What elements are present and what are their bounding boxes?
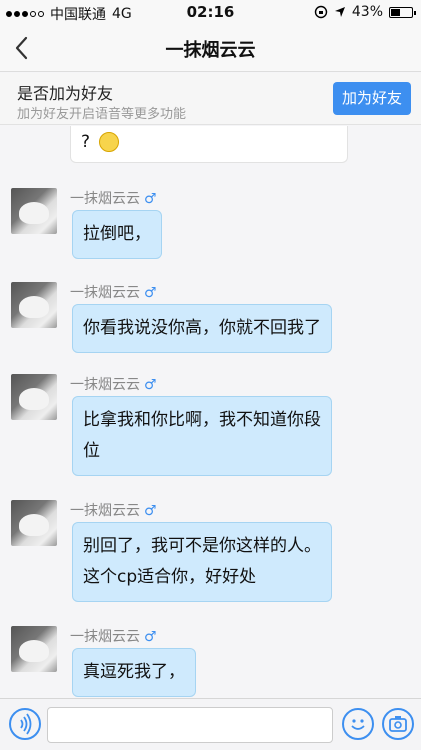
message-line: 比拿我和你比啊，我不知道你段: [83, 410, 321, 430]
avatar[interactable]: [11, 374, 57, 420]
camera-icon: [389, 716, 407, 732]
avatar[interactable]: [11, 626, 57, 672]
sender-name-row: 一抹烟云云 ♂: [70, 282, 157, 302]
message-line: 这个cp适合你，好好处: [83, 567, 257, 587]
chat-message-list[interactable]: ? 一抹烟云云 ♂ 拉倒吧， 一抹烟云云 ♂ 你看我说没你高，你就不回我了 一抹烟云…: [0, 126, 421, 698]
message-line: 真逗死我了，: [83, 662, 185, 682]
message-line: 拉倒吧，: [83, 224, 151, 244]
male-gender-icon: ♂: [144, 629, 157, 645]
male-gender-icon: ♂: [144, 191, 157, 207]
sender-name-row: 一抹烟云云 ♂: [70, 626, 157, 646]
sender-name-row: 一抹烟云云 ♂: [70, 374, 157, 394]
status-bar: 中国联通 4G 02:16 43%: [0, 0, 421, 24]
sender-name: 一抹烟云云: [70, 285, 140, 301]
add-friend-subtitle: 加为好友开启语音等更多功能: [17, 107, 187, 122]
message-bubble[interactable]: 真逗死我了，: [72, 648, 196, 697]
emoji-button[interactable]: [342, 708, 374, 740]
voice-input-button[interactable]: [9, 708, 41, 740]
emoji-icon: [99, 132, 120, 152]
add-friend-banner: 是否加为好友 加为好友开启语音等更多功能 加为好友: [0, 73, 421, 125]
voice-icon: [20, 713, 32, 735]
message-bubble-partial[interactable]: ?: [70, 126, 348, 163]
rotation-lock-icon: [314, 5, 328, 19]
avatar[interactable]: [11, 282, 57, 328]
smiley-icon: [351, 719, 365, 730]
navigation-bar: 一抹烟云云: [0, 24, 421, 72]
battery-icon: [389, 6, 416, 18]
avatar[interactable]: [11, 500, 57, 546]
avatar[interactable]: [11, 188, 57, 234]
add-friend-title: 是否加为好友: [17, 84, 114, 103]
page-title: 一抹烟云云: [165, 40, 256, 61]
sender-name: 一抹烟云云: [70, 191, 140, 207]
input-toolbar: [0, 698, 421, 750]
message-bubble[interactable]: 别回了，我可不是你这样的人。 这个cp适合你，好好处: [72, 522, 332, 602]
male-gender-icon: ♂: [144, 503, 157, 519]
sender-name-row: 一抹烟云云 ♂: [70, 500, 157, 520]
message-line: 位: [83, 441, 100, 461]
message-bubble[interactable]: 比拿我和你比啊，我不知道你段 位: [72, 396, 332, 476]
male-gender-icon: ♂: [144, 285, 157, 301]
message-line: 别回了，我可不是你这样的人。: [83, 536, 321, 556]
sender-name: 一抹烟云云: [70, 377, 140, 393]
message-bubble[interactable]: 拉倒吧，: [72, 210, 162, 259]
male-gender-icon: ♂: [144, 377, 157, 393]
message-text: ?: [81, 132, 91, 152]
message-line: 你看我说没你高，你就不回我了: [83, 318, 321, 338]
message-bubble[interactable]: 你看我说没你高，你就不回我了: [72, 304, 332, 353]
camera-button[interactable]: [382, 708, 414, 740]
message-input[interactable]: [47, 707, 333, 743]
sender-name: 一抹烟云云: [70, 629, 140, 645]
sender-name: 一抹烟云云: [70, 503, 140, 519]
location-arrow-icon: [334, 7, 345, 17]
battery-percent: 43%: [351, 4, 383, 20]
sender-name-row: 一抹烟云云 ♂: [70, 188, 157, 208]
add-friend-button[interactable]: 加为好友: [333, 82, 411, 115]
